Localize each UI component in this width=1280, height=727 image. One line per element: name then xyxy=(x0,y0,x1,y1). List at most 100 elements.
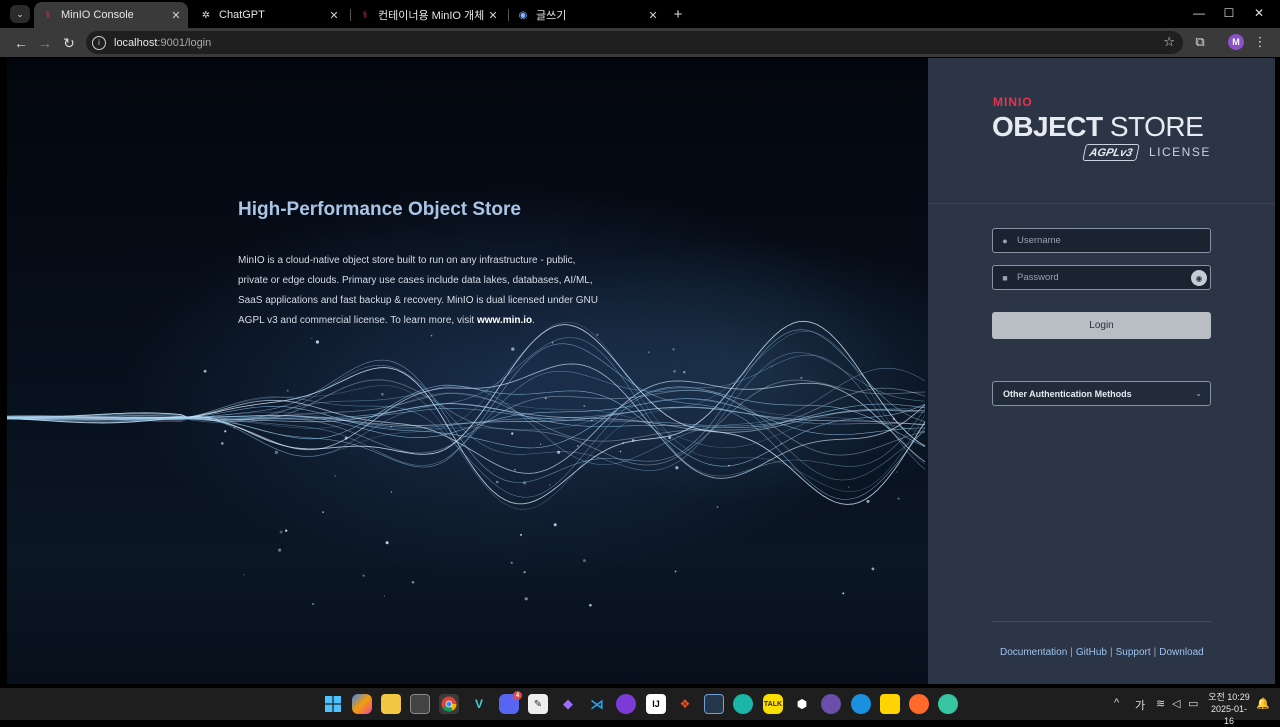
arrow-right-icon: → xyxy=(38,35,52,51)
sparkle-dot xyxy=(716,506,719,508)
sparkle-dot xyxy=(390,425,393,428)
wave-line xyxy=(7,387,926,442)
system-clock[interactable]: 오전 10:29 2025-01-16 xyxy=(1207,691,1251,727)
notification-bell-icon[interactable]: 🔔 xyxy=(1256,697,1270,710)
minimize-button[interactable]: — xyxy=(1189,4,1209,22)
wave-line xyxy=(7,330,926,510)
minio-favicon-icon: ⚕ xyxy=(362,9,368,21)
wave-line xyxy=(7,406,926,426)
wave-line xyxy=(7,337,926,477)
sparkle-dot xyxy=(892,417,895,421)
profile-avatar[interactable]: M xyxy=(1228,34,1244,50)
address-bar[interactable]: i localhost:9001/login ☆ xyxy=(86,31,1183,54)
windows-taskbar: V 4 ✎ ◆ ⋊ IJ ❖ TALK ⬢ ^ 가 ≋ ◁ ▭ 오전 10:29… xyxy=(0,688,1280,726)
hero-body-suffix: . xyxy=(532,315,535,326)
ime-indicator[interactable]: 가 xyxy=(1135,697,1145,713)
sparkle-dot xyxy=(411,580,415,584)
obsidian-icon[interactable]: ◆ xyxy=(558,694,578,714)
intellij-icon[interactable]: IJ xyxy=(646,694,666,714)
slack-icon[interactable] xyxy=(938,694,958,714)
docker-icon[interactable] xyxy=(851,694,871,714)
wave-illustration xyxy=(7,320,926,607)
close-icon[interactable]: ✕ xyxy=(168,7,184,23)
tab-search-button[interactable]: ⌄ xyxy=(10,5,30,23)
file-explorer-icon[interactable] xyxy=(381,694,401,714)
sparkle-dot xyxy=(672,348,675,351)
hero-body-text: MinIO is a cloud-native object store bui… xyxy=(238,255,598,326)
editor-app-icon[interactable]: ✎ xyxy=(528,694,548,714)
sparkle-dot xyxy=(511,347,515,351)
show-password-eye-icon[interactable]: ◉ xyxy=(1191,270,1207,286)
browser-menu-kebab-icon[interactable]: ⋮ xyxy=(1254,33,1267,51)
back-button[interactable]: ← xyxy=(11,33,31,53)
sparkle-dot xyxy=(485,389,488,392)
figma-icon[interactable]: ❖ xyxy=(675,694,695,714)
url-text[interactable]: localhost:9001/login xyxy=(114,37,211,49)
login-button[interactable]: Login xyxy=(992,312,1211,339)
tab-label: MinIO Console xyxy=(61,9,134,21)
close-window-button[interactable]: ✕ xyxy=(1249,4,1269,22)
close-icon[interactable]: ✕ xyxy=(485,7,501,23)
battery-icon[interactable]: ▭ xyxy=(1188,697,1198,710)
new-tab-button[interactable]: + xyxy=(669,5,687,23)
maximize-button[interactable]: ☐ xyxy=(1219,4,1239,22)
other-authentication-dropdown[interactable]: Other Authentication Methods ⌄ xyxy=(992,381,1211,406)
kakaotalk-icon[interactable]: TALK xyxy=(763,694,783,714)
sparkle-dot xyxy=(523,571,526,574)
tray-expand-chevron-icon[interactable]: ^ xyxy=(1114,697,1119,709)
minio-wordmark: MINIO xyxy=(993,95,1033,109)
sparkle-dot xyxy=(622,442,625,444)
sticky-notes-icon[interactable] xyxy=(880,694,900,714)
forward-button[interactable]: → xyxy=(35,33,55,53)
windows-start-icon[interactable] xyxy=(323,694,343,714)
sparkle-dot xyxy=(800,376,803,379)
password-input[interactable] xyxy=(1017,272,1187,283)
tab-minio-console[interactable]: ⚕ MinIO Console ✕ xyxy=(34,2,188,28)
tab-minio-docs[interactable]: ⚕ 컨테이너용 MinIO 개체 스토리 ✕ xyxy=(351,2,505,28)
password-field[interactable]: ■ ◉ xyxy=(992,265,1211,290)
username-input[interactable] xyxy=(1017,235,1187,246)
tab-chatgpt[interactable]: ✲ ChatGPT ✕ xyxy=(192,2,346,28)
sparkle-dot xyxy=(842,592,845,595)
support-link[interactable]: Support xyxy=(1116,647,1151,658)
sparkle-dot xyxy=(544,397,547,400)
vue-devtools-icon[interactable]: V xyxy=(469,694,489,714)
bookmark-star-icon[interactable]: ☆ xyxy=(1163,34,1175,50)
tab-label: ChatGPT xyxy=(219,9,265,21)
reload-button[interactable]: ↻ xyxy=(59,33,79,53)
site-info-icon[interactable]: i xyxy=(92,35,106,50)
tab-write[interactable]: ◉ 글쓰기 ✕ xyxy=(509,2,665,28)
sparkle-dot xyxy=(523,481,527,485)
app-circle-icon[interactable] xyxy=(821,694,841,714)
terminal-app-icon[interactable]: ⬢ xyxy=(792,694,812,714)
chat-app-icon[interactable] xyxy=(733,694,753,714)
chrome-icon[interactable] xyxy=(439,694,459,714)
hero-description: MinIO is a cloud-native object store bui… xyxy=(238,251,598,331)
vscode-icon[interactable]: ⋊ xyxy=(587,694,607,714)
sparkle-dot xyxy=(334,474,336,477)
minio-website-link[interactable]: www.min.io xyxy=(477,315,532,326)
tab-label: 글쓰기 xyxy=(536,10,567,22)
close-icon[interactable]: ✕ xyxy=(326,7,342,23)
store-word: STORE xyxy=(1109,111,1204,142)
download-link[interactable]: Download xyxy=(1159,647,1203,658)
sparkle-dot xyxy=(315,340,319,344)
volume-icon[interactable]: ◁ xyxy=(1172,697,1180,710)
sparkle-dot xyxy=(549,484,551,486)
wifi-icon[interactable]: ≋ xyxy=(1156,697,1165,710)
extensions-puzzle-icon[interactable]: ⧉ xyxy=(1191,33,1209,51)
copilot-icon[interactable] xyxy=(352,694,372,714)
documentation-link[interactable]: Documentation xyxy=(1000,647,1067,658)
sparkle-dot xyxy=(285,529,288,532)
github-desktop-icon[interactable] xyxy=(616,694,636,714)
postman-icon[interactable] xyxy=(909,694,929,714)
username-field[interactable]: ● xyxy=(992,228,1211,253)
github-link[interactable]: GitHub xyxy=(1076,647,1107,658)
network-tool-icon[interactable] xyxy=(704,694,724,714)
snipping-tool-icon[interactable] xyxy=(410,694,430,714)
wave-line xyxy=(7,379,926,466)
agpl-badge: AGPLv3 xyxy=(1082,144,1140,161)
close-icon[interactable]: ✕ xyxy=(645,7,661,23)
sparkle-dot xyxy=(553,523,557,527)
discord-icon[interactable]: 4 xyxy=(499,691,522,714)
